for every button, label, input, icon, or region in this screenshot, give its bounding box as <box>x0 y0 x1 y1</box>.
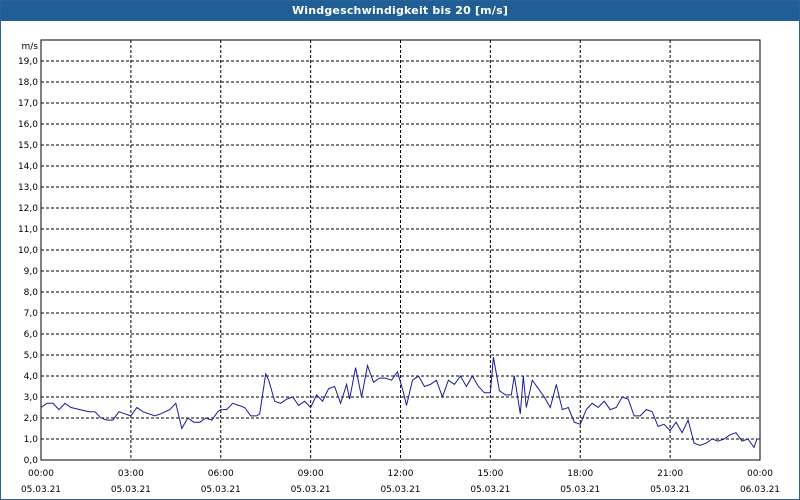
x-tick-date-label: 05.03.21 <box>380 485 420 495</box>
y-tick-label: 2,0 <box>24 414 39 424</box>
chart-window: Windgeschwindigkeit bis 20 [m/s] 0,0 1,0 2… <box>0 0 800 500</box>
y-tick-label: 15,0 <box>18 141 38 151</box>
y-axis-unit-label: m/s <box>22 42 39 52</box>
wind-speed-chart: 0,0 1,0 2,0 3,0 4,0 5,0 6,0 7,0 8,0 9,0 10,0 11,0 12… <box>18 39 780 495</box>
y-tick-label: 3,0 <box>24 393 39 403</box>
window-title: Windgeschwindigkeit bis 20 [m/s] <box>1 1 799 21</box>
y-tick-label: 13,0 <box>18 183 38 193</box>
y-tick-label: 8,0 <box>24 288 39 298</box>
x-tick-date-label: 06.03.21 <box>740 485 780 495</box>
y-tick-label: 16,0 <box>18 120 38 130</box>
y-tick-label: 11,0 <box>18 225 38 235</box>
x-tick-time-label: 15:00 <box>477 469 503 479</box>
y-tick-label: 9,0 <box>24 267 39 277</box>
y-tick-label: 0,0 <box>24 456 39 466</box>
x-tick-date-label: 05.03.21 <box>111 485 151 495</box>
y-tick-label: 19,0 <box>18 57 38 67</box>
x-tick-date-label: 05.03.21 <box>201 485 241 495</box>
x-tick-time-label: 03:00 <box>118 469 144 479</box>
y-tick-label: 17,0 <box>18 99 38 109</box>
x-tick-date-label: 05.03.21 <box>21 485 61 495</box>
x-tick-date-label: 05.03.21 <box>650 485 690 495</box>
y-tick-label: 6,0 <box>24 330 39 340</box>
y-axis: 0,0 1,0 2,0 3,0 4,0 5,0 6,0 7,0 8,0 9,0 10,0 11,0 12… <box>18 57 38 466</box>
x-tick-time-label: 12:00 <box>388 469 414 479</box>
x-tick-date-label: 05.03.21 <box>470 485 510 495</box>
y-tick-label: 14,0 <box>18 162 38 172</box>
x-tick-time-label: 09:00 <box>298 469 324 479</box>
x-tick-date-label: 05.03.21 <box>291 485 331 495</box>
x-tick-time-label: 21:00 <box>657 469 683 479</box>
x-tick-date-label: 05.03.21 <box>560 485 600 495</box>
x-axis: 00:00 05.03.21 03:00 05.03.21 06:00 05.03.21 0… <box>21 469 780 495</box>
x-tick-time-label: 06:00 <box>208 469 234 479</box>
y-tick-label: 7,0 <box>24 309 39 319</box>
x-tick-time-label: 18:00 <box>567 469 593 479</box>
y-tick-label: 5,0 <box>24 351 39 361</box>
y-tick-label: 12,0 <box>18 204 38 214</box>
y-tick-label: 18,0 <box>18 78 38 88</box>
x-tick-time-label: 00:00 <box>28 469 54 479</box>
y-tick-label: 4,0 <box>24 372 39 382</box>
y-tick-label: 1,0 <box>24 435 39 445</box>
y-tick-label: 10,0 <box>18 246 38 256</box>
x-tick-time-label: 00:00 <box>747 469 773 479</box>
grid-lines <box>41 40 760 460</box>
